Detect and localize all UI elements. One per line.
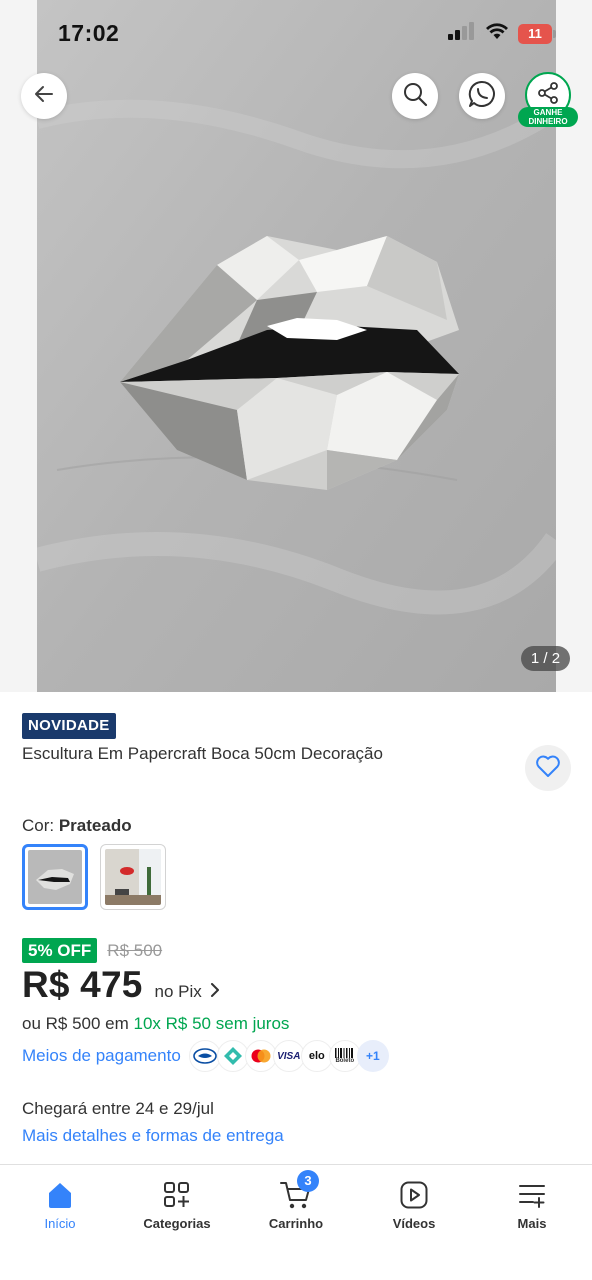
- nav-item-carrinho[interactable]: 3 Carrinho: [237, 1165, 355, 1245]
- back-button[interactable]: [21, 73, 67, 119]
- product-gallery[interactable]: 17:02 11 GANHE DINHEIRO 1 / 2: [0, 0, 592, 692]
- nav-label: Carrinho: [268, 1216, 324, 1231]
- price-row[interactable]: R$ 475 no Pix: [22, 964, 220, 1006]
- signal-icon: [448, 22, 476, 45]
- product-title: Escultura Em Papercraft Boca 50cm Decora…: [22, 744, 383, 763]
- gallery-counter: 1 / 2: [521, 646, 570, 671]
- new-badge: NOVIDADE: [22, 713, 116, 739]
- video-icon: [399, 1178, 429, 1212]
- nav-label: Vídeos: [392, 1216, 436, 1231]
- selected-color: Prateado: [58, 816, 132, 835]
- nav-label: Início: [44, 1216, 76, 1231]
- more-payment-methods[interactable]: +1: [356, 1040, 389, 1072]
- swatch-thumbnail-red: [105, 849, 161, 905]
- elo-icon: elo: [300, 1040, 333, 1072]
- swatch-thumbnail-silver: [28, 850, 82, 904]
- search-icon: [402, 81, 428, 112]
- original-price: R$ 500: [107, 940, 163, 960]
- whatsapp-share-button[interactable]: [459, 73, 505, 119]
- payment-methods-row[interactable]: Meios de pagamento VISA elo Boleto +1: [22, 1040, 389, 1072]
- share-earn-button[interactable]: GANHE DINHEIRO: [517, 72, 579, 130]
- nav-label: Mais: [517, 1216, 547, 1231]
- mastercard-icon: [244, 1040, 277, 1072]
- bottom-navigation: Início Categorias 3 Carrinho Vídeos Mais: [0, 1164, 592, 1280]
- nav-item-videos[interactable]: Vídeos: [355, 1165, 473, 1245]
- color-option-silver[interactable]: [22, 844, 88, 910]
- delivery-details-link[interactable]: Mais detalhes e formas de entrega: [22, 1126, 284, 1146]
- status-icons: 11: [448, 22, 556, 45]
- search-button[interactable]: [392, 73, 438, 119]
- favorite-button[interactable]: [525, 745, 571, 791]
- cart-count-badge: 3: [297, 1170, 319, 1192]
- whatsapp-icon: [468, 80, 496, 113]
- wifi-icon: [485, 22, 509, 45]
- status-time: 17:02: [58, 20, 120, 46]
- share-icon: [536, 81, 560, 110]
- pix-icon: [216, 1040, 249, 1072]
- boleto-icon: Boleto: [328, 1040, 361, 1072]
- nav-item-inicio[interactable]: Início: [1, 1165, 119, 1245]
- nav-item-categorias[interactable]: Categorias: [118, 1165, 236, 1245]
- mercado-pago-icon: [188, 1040, 221, 1072]
- battery-icon: 11: [518, 23, 556, 44]
- nav-item-mais[interactable]: Mais: [473, 1165, 591, 1245]
- nav-label: Categorias: [143, 1216, 211, 1231]
- visa-icon: VISA: [272, 1040, 305, 1072]
- color-selector-label: Cor: Prateado: [22, 816, 132, 835]
- earn-money-tag: GANHE DINHEIRO: [518, 107, 578, 127]
- discount-row: 5% OFF R$ 500: [22, 938, 162, 963]
- cart-icon: 3: [280, 1170, 319, 1212]
- payment-methods-link[interactable]: Meios de pagamento: [22, 1046, 181, 1066]
- more-icon: [517, 1178, 547, 1212]
- installments-highlight: 10x R$ 50 sem juros: [133, 1014, 290, 1033]
- arrow-left-icon: [32, 82, 56, 111]
- home-icon: [45, 1178, 75, 1212]
- delivery-estimate: Chegará entre 24 e 29/jul: [22, 1099, 214, 1118]
- installments-info: ou R$ 500 em 10x R$ 50 sem juros: [22, 1014, 290, 1033]
- discount-badge: 5% OFF: [22, 938, 98, 963]
- chevron-right-icon: [210, 983, 220, 997]
- categories-icon: [162, 1178, 192, 1212]
- price-method: no Pix: [154, 982, 202, 1001]
- status-bar: 17:02 11: [0, 0, 592, 66]
- current-price: R$ 475: [22, 964, 143, 1005]
- color-option-red[interactable]: [100, 844, 166, 910]
- heart-icon: [535, 754, 561, 783]
